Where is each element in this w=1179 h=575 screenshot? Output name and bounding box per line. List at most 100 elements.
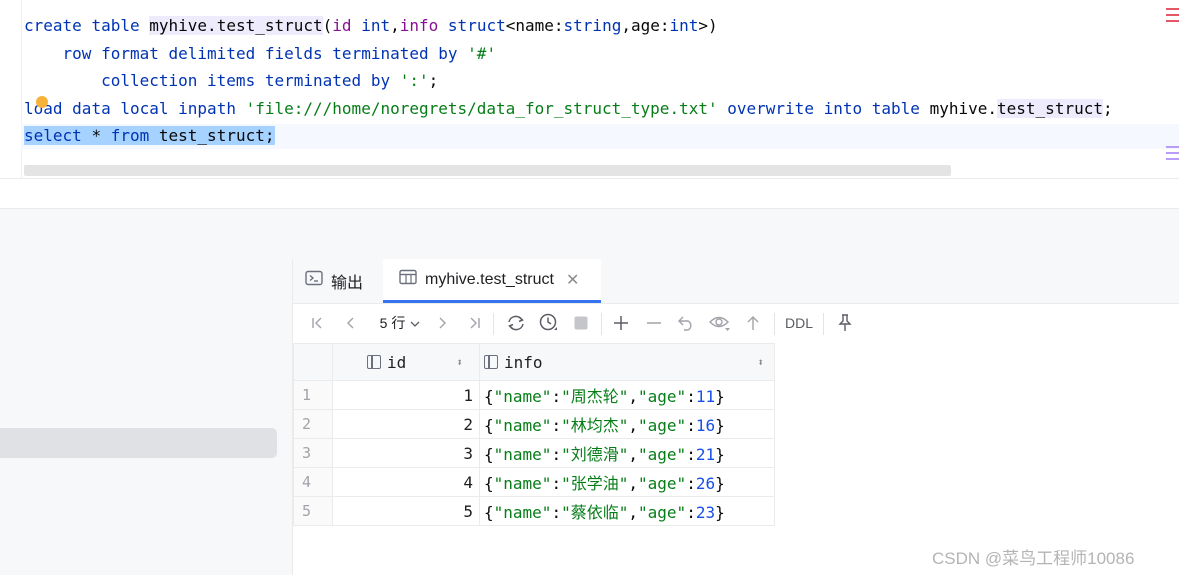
keyword: table [91,16,140,35]
column-header-info[interactable]: info ⬍ [479,343,775,381]
cell-id[interactable]: 1 [332,380,480,410]
json-brace: { [484,387,494,406]
toolbar-separator [601,313,602,335]
punct: >) [698,16,718,35]
column-header-id[interactable]: id ⬍ [332,343,480,381]
json-key: "age" [638,416,687,435]
table-row[interactable]: 4 4 {"name":"张学油","age":26} [293,467,775,497]
error-marker-icon[interactable] [1166,8,1179,10]
cell-id[interactable]: 4 [332,467,480,497]
tab-test-struct[interactable]: myhive.test_struct ✕ [383,259,601,303]
json-comma: , [628,416,639,435]
last-page-icon[interactable] [463,304,485,342]
view-changes-icon[interactable] [707,304,733,342]
cell-info[interactable]: {"name":"张学油","age":26} [479,467,775,497]
sort-icon[interactable]: ⬍ [456,356,463,369]
pin-icon[interactable] [834,304,856,342]
keyword: format [101,44,159,63]
json-colon: : [551,474,562,493]
table-row[interactable]: 2 2 {"name":"林均杰","age":16} [293,409,775,439]
stop-icon[interactable] [570,304,592,342]
punct: : [553,16,564,35]
json-number: 11 [695,387,716,406]
row-number: 1 [293,380,333,410]
json-colon: : [686,416,696,435]
json-number: 23 [695,503,716,522]
cell-info[interactable]: {"name":"周杰轮","age":11} [479,380,775,410]
json-colon: : [686,445,696,464]
json-colon: : [686,387,696,406]
sql-editor[interactable]: create table myhive.test_struct(id int,i… [0,0,1179,178]
code-line-5[interactable]: select * from test_struct; [24,124,275,148]
tab-output-label: 输出 [331,274,364,292]
clock-icon[interactable] [537,304,561,342]
punct: . [207,16,217,35]
code-line-2[interactable]: row format delimited fields terminated b… [24,42,497,66]
refresh-icon[interactable] [504,304,528,342]
row-number: 3 [293,438,333,468]
code-line-3[interactable]: collection items terminated by ':'; [24,69,438,93]
table-row[interactable]: 1 1 {"name":"周杰轮","age":11} [293,380,775,410]
sort-icon[interactable]: ⬍ [757,356,764,369]
submit-icon[interactable] [742,304,764,342]
json-brace: { [484,503,494,522]
keyword: by [438,44,458,63]
selected-tree-row[interactable] [0,428,277,458]
tool-window-header [0,208,1179,260]
cell-id[interactable]: 2 [332,409,480,439]
table-row[interactable]: 3 3 {"name":"刘德滑","age":21} [293,438,775,468]
keyword: data [72,99,111,118]
field-name: age [630,16,660,35]
close-icon[interactable]: ✕ [566,270,579,290]
row-number: 2 [293,409,333,439]
json-brace: { [484,445,494,464]
json-comma: , [628,445,639,464]
horizontal-scrollbar[interactable] [24,165,951,176]
identifier: myhive [929,99,988,118]
keyword: collection [101,71,198,90]
json-key: "age" [638,387,687,406]
tab-output[interactable]: 输出 [305,259,363,302]
punct: , [390,16,400,35]
cell-id[interactable]: 3 [332,438,480,468]
json-brace: } [715,387,725,406]
code-line-1[interactable]: create table myhive.test_struct(id int,i… [24,14,718,38]
column-id-label: id [387,352,407,372]
json-brace: { [484,474,494,493]
previous-page-icon[interactable] [340,304,362,342]
results-toolbar: 5 行 DDL [293,304,1179,342]
code-line-4[interactable]: load data local inpath 'file:///home/nor… [24,97,1113,121]
json-brace: } [715,503,725,522]
remove-row-icon[interactable] [643,304,665,342]
punct: . [987,99,998,118]
cell-id[interactable]: 5 [332,496,480,526]
cell-info[interactable]: {"name":"蔡依临","age":23} [479,496,775,526]
json-number: 21 [695,445,716,464]
punct: ; [428,71,439,90]
type: struct [447,16,506,35]
table-row[interactable]: 5 5 {"name":"蔡依临","age":23} [293,496,775,526]
json-colon: : [686,503,696,522]
add-row-icon[interactable] [610,304,632,342]
json-comma: , [628,387,639,406]
column-info-label: info [504,352,543,372]
identifier: test_struct [997,99,1103,118]
punct: * [91,126,102,145]
json-colon: : [551,503,562,522]
ddl-button[interactable]: DDL [782,304,816,342]
keyword: row [62,44,92,63]
change-marker-icon[interactable] [1166,146,1179,148]
cell-info[interactable]: {"name":"刘德滑","age":21} [479,438,775,468]
intention-bulb-icon[interactable] [36,96,48,108]
keyword: fields [264,44,323,63]
keyword: by [370,71,391,90]
keyword: table [871,99,920,118]
rows-count-dropdown[interactable]: 5 行 [375,304,425,342]
watermark: CSDN @菜鸟工程师10086 [932,549,1135,568]
first-page-icon[interactable] [307,304,329,342]
next-page-icon[interactable] [431,304,453,342]
cell-info[interactable]: {"name":"林均杰","age":16} [479,409,775,439]
services-panel [0,259,293,575]
undo-icon[interactable] [675,304,697,342]
punct: ( [322,16,333,35]
